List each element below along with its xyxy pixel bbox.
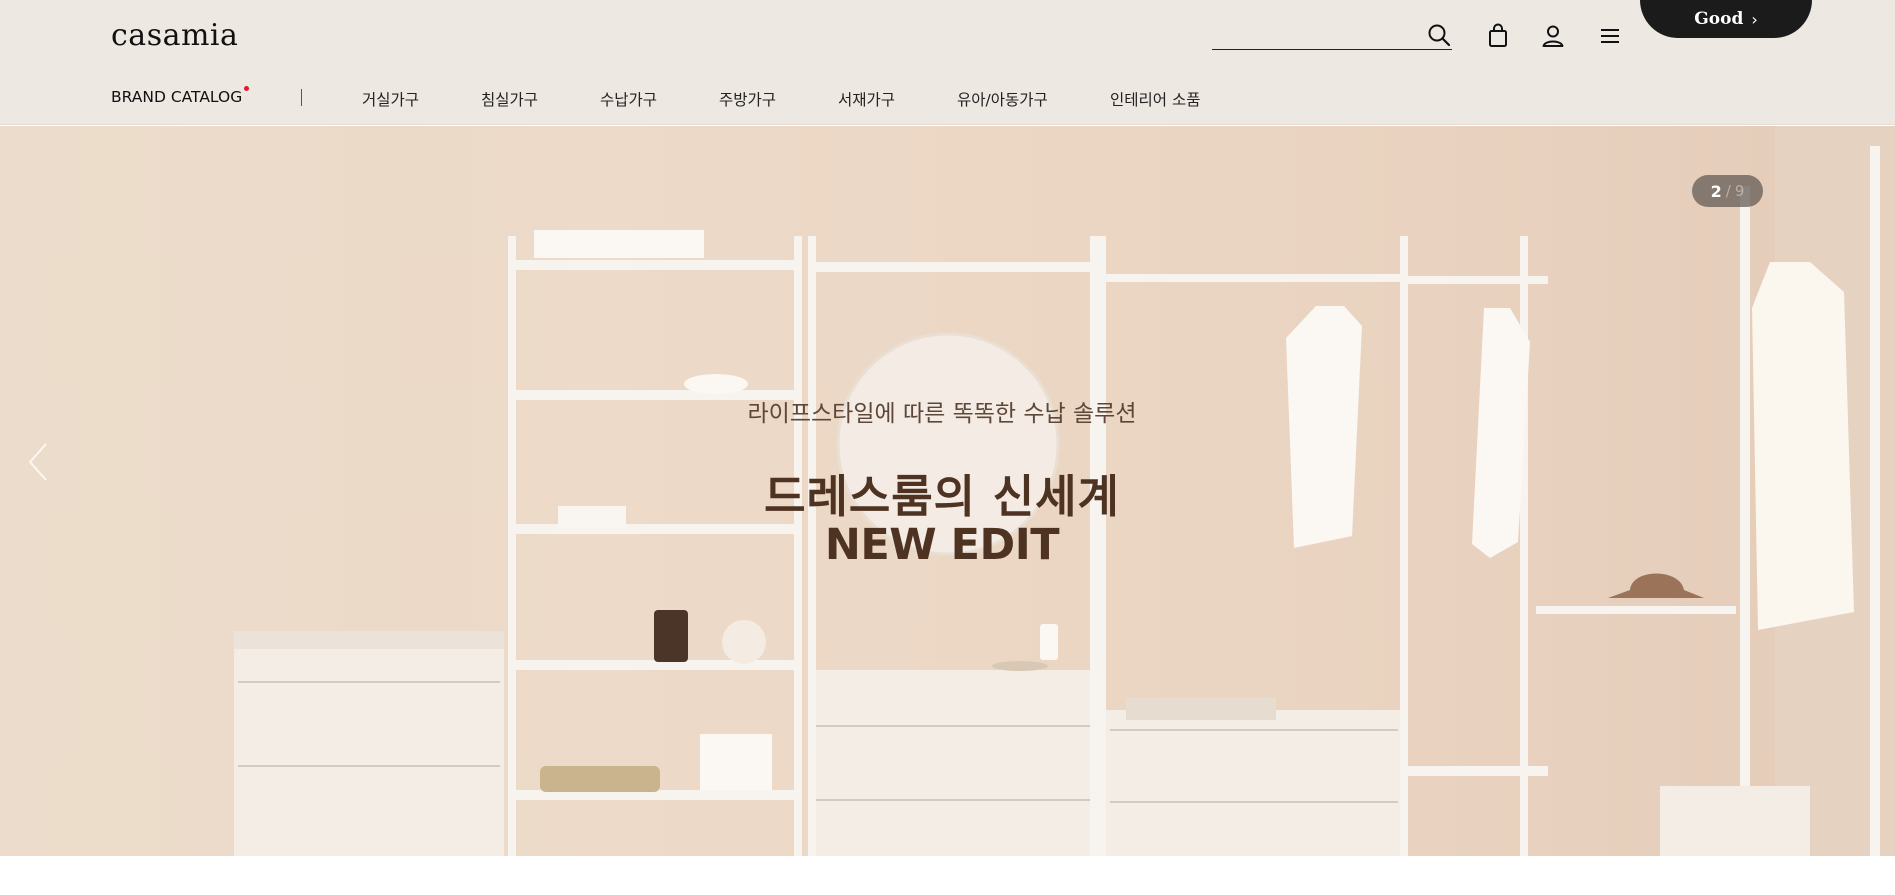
- nav-item-interior[interactable]: 인테리어 소품: [1110, 88, 1201, 110]
- hero-title-secondary: NEW EDIT: [824, 520, 1060, 570]
- brand-catalog-link[interactable]: BRAND CATALOG: [111, 88, 242, 106]
- good-badge-link[interactable]: Good ›: [1640, 0, 1812, 38]
- search-button[interactable]: [1426, 22, 1452, 48]
- nav-item-kids[interactable]: 유아/아동가구: [957, 88, 1048, 110]
- menu-icon: [1601, 29, 1619, 43]
- new-dot-badge: [244, 86, 249, 91]
- category-nav: BRAND CATALOG 거실가구 침실가구 수납가구 주방가구 서재가구 유…: [0, 84, 1895, 112]
- search-input[interactable]: [1212, 20, 1412, 48]
- user-icon: [1542, 25, 1564, 47]
- nav-item-study[interactable]: 서재가구: [838, 88, 895, 110]
- nav-item-storage[interactable]: 수납가구: [600, 88, 657, 110]
- slide-counter: 2 / 9: [1692, 175, 1763, 207]
- bag-icon: [1489, 23, 1507, 47]
- account-button[interactable]: [1539, 22, 1567, 50]
- nav-divider: [301, 89, 302, 106]
- search-icon: [1428, 24, 1451, 47]
- hero-subtitle: 라이프스타일에 따른 똑똑한 수납 솔루션: [747, 401, 1137, 427]
- hero-title: 드레스룸의 신세계: [764, 470, 1120, 523]
- slide-total: 9: [1734, 182, 1745, 200]
- slide-separator: /: [1725, 182, 1731, 200]
- search-bar: [1212, 20, 1452, 50]
- nav-item-bedroom[interactable]: 침실가구: [481, 88, 538, 110]
- slide-current: 2: [1710, 181, 1722, 201]
- menu-button[interactable]: [1596, 22, 1624, 50]
- site-header: casamia Good › BRAND CATALOG 거실가구 침실가구 수…: [0, 0, 1895, 125]
- chevron-right-icon: ›: [1751, 9, 1758, 29]
- nav-item-living[interactable]: 거실가구: [362, 88, 419, 110]
- cart-button[interactable]: [1484, 22, 1512, 50]
- hero-banner[interactable]: 2 / 9 라이프스타일에 따른 똑똑한 수납 솔루션 드레스룸의 신세계 NE…: [0, 126, 1895, 856]
- site-logo[interactable]: casamia: [111, 18, 238, 53]
- good-badge-label: Good: [1694, 9, 1744, 29]
- nav-item-kitchen[interactable]: 주방가구: [719, 88, 776, 110]
